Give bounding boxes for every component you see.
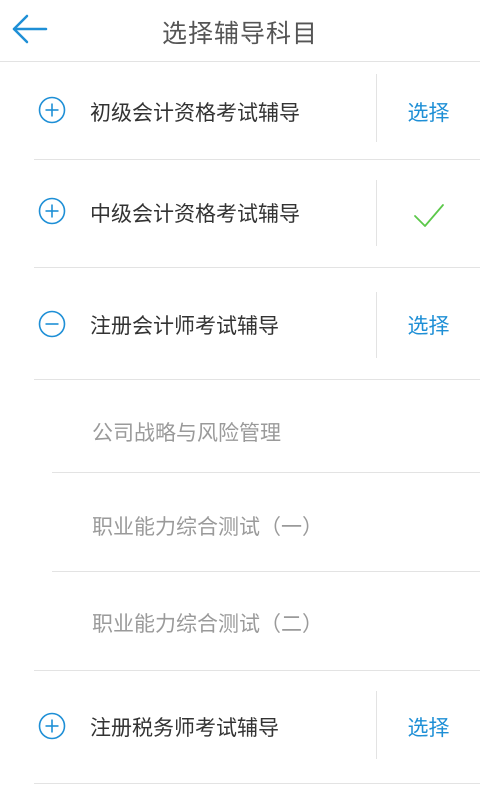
select-button[interactable]: 选择 [377,310,480,340]
subject-label: 注册税务师考试辅导 [90,716,279,740]
divider [34,783,480,784]
sub-item[interactable]: 公司战略与风险管理 [0,380,480,472]
collapse-minus-icon[interactable] [38,310,66,338]
subject-row-tax[interactable]: 注册税务师考试辅导 选择 [0,671,480,783]
select-button[interactable]: 选择 [377,97,480,127]
expand-plus-icon[interactable] [38,197,66,225]
expand-plus-icon[interactable] [38,712,66,740]
subject-label: 中级会计资格考试辅导 [90,202,300,226]
select-button[interactable]: 选择 [377,712,480,742]
divider [376,180,377,246]
sub-item[interactable]: 职业能力综合测试（一） [0,473,480,571]
page-title: 选择辅导科目 [161,19,318,48]
subject-row-cpa[interactable]: 注册会计师考试辅导 选择 [0,268,480,379]
sub-item-label: 职业能力综合测试（一） [92,515,323,539]
sub-item-label: 公司战略与风险管理 [92,421,281,445]
subject-label: 注册会计师考试辅导 [90,314,279,338]
sub-item[interactable]: 职业能力综合测试（二） [0,572,480,670]
subject-row-junior[interactable]: 初级会计资格考试辅导 选择 [0,62,480,159]
checkmark-icon[interactable] [413,202,445,230]
expand-plus-icon[interactable] [38,96,66,124]
header-bar: 选择辅导科目 [0,0,480,62]
sub-item-label: 职业能力综合测试（二） [92,612,323,636]
subject-label: 初级会计资格考试辅导 [90,101,300,125]
subject-row-intermediate[interactable]: 中级会计资格考试辅导 [0,160,480,267]
